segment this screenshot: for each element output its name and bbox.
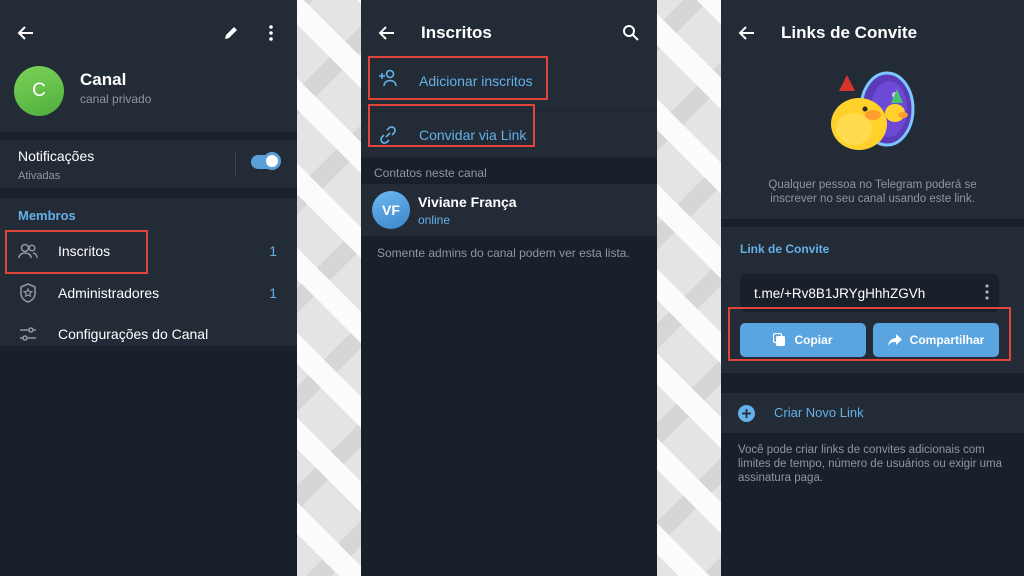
invite-link-title: Link de Convite [740,242,830,256]
contact-status: online [418,213,451,227]
invite-link-text[interactable]: t.me/+Rv8B1JRYgHhhZGVh [754,286,925,301]
copy-icon [773,333,786,346]
channel-avatar[interactable]: C [14,66,64,116]
back-arrow-icon[interactable] [14,21,38,45]
sticker-area: Qualquer pessoa no Telegram poderá se in… [721,57,1024,219]
sliders-icon [20,327,36,341]
page-title: Links de Convite [781,23,918,42]
add-subscribers-label: Adicionar inscritos [419,73,533,89]
people-icon [18,243,38,259]
channel-info-screen: C Canal canal privado Notificações Ativa… [0,0,297,576]
create-new-link-label: Criar Novo Link [774,405,864,420]
more-vertical-icon[interactable] [259,21,283,45]
bottom-note: Você pode criar links de convites adicio… [738,444,1002,484]
add-subscribers-row[interactable]: Adicionar inscritos [361,57,657,112]
link-icon [380,126,396,144]
notifications-status: Ativadas [18,170,61,182]
menu-item-label: Configurações do Canal [58,326,209,342]
menu-item-configuracoes[interactable]: Configurações do Canal [0,314,297,354]
menu-item-administradores[interactable]: Administradores 1 [0,273,297,313]
invite-link-label: Convidar via Link [419,127,527,143]
invite-link-box[interactable]: t.me/+Rv8B1JRYgHhhZGVh [740,274,999,312]
copy-label: Copiar [794,333,833,347]
section-gap [0,188,297,198]
notifications-label: Notificações [18,148,95,164]
back-arrow-icon[interactable] [735,21,759,45]
page-title: Inscritos [421,23,492,42]
create-new-link-row[interactable]: Criar Novo Link [721,393,1024,433]
divider [235,152,236,176]
admins-note: Somente admins do canal podem ver esta l… [377,246,630,260]
menu-item-label: Inscritos [58,243,111,259]
members-section: Membros Inscritos 1 Administradores 1 Co… [0,198,297,346]
copy-button[interactable]: Copiar [740,323,866,357]
contact-name: Viviane França [418,194,517,210]
share-arrow-icon [887,334,902,346]
invite-links-screen: Links de Convite Qualquer pessoa no Tele… [721,0,1024,576]
duck-party-sticker [831,71,915,150]
search-icon[interactable] [619,21,643,45]
menu-item-label: Administradores [58,285,160,301]
channel-name: Canal [80,70,127,89]
toggle-knob [263,152,281,170]
channel-type: canal privado [80,92,152,106]
invite-link-row[interactable]: Convidar via Link [361,112,657,158]
contact-row[interactable]: VF Viviane França online [361,184,657,236]
menu-item-inscritos[interactable]: Inscritos 1 [0,231,297,271]
menu-item-count: 1 [269,243,277,259]
plus-circle-icon [738,405,755,422]
notifications-row[interactable]: Notificações Ativadas [0,132,297,188]
members-title: Membros [18,208,76,223]
edit-pencil-icon[interactable] [219,21,243,45]
menu-item-count: 1 [269,285,277,301]
channel-profile: C Canal canal privado [0,66,297,132]
shield-star-icon [20,283,36,303]
subscribers-screen: Inscritos Adicionar inscritos Convidar v… [361,0,657,576]
share-label: Compartilhar [909,333,985,347]
invite-link-section: Link de Convite t.me/+Rv8B1JRYgHhhZGVh C… [721,227,1024,373]
contact-avatar: VF [372,191,410,229]
add-user-icon [379,69,397,87]
share-button[interactable]: Compartilhar [873,323,999,357]
back-arrow-icon[interactable] [375,21,399,45]
notifications-toggle[interactable] [251,152,281,170]
more-vertical-icon[interactable] [985,284,989,300]
app-bar [0,0,297,66]
contacts-header: Contatos neste canal [361,158,657,184]
invite-description: Qualquer pessoa no Telegram poderá se in… [768,179,977,205]
